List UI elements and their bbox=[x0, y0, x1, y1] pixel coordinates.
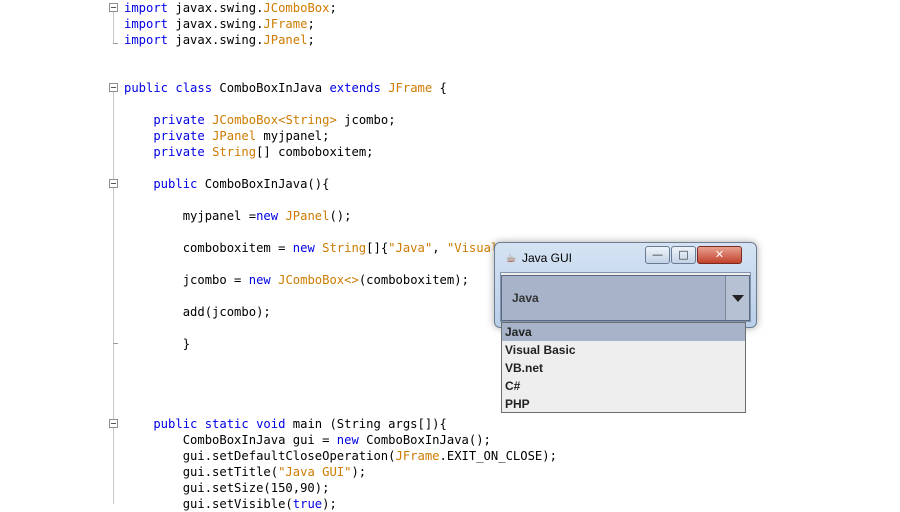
code-line: import javax.swing.JPanel; bbox=[124, 33, 315, 47]
java-gui-window[interactable]: ☕ Java GUI — □ ✕ Java bbox=[494, 242, 757, 328]
window-title: Java GUI bbox=[522, 251, 573, 265]
dropdown-option[interactable]: Java bbox=[502, 323, 745, 341]
minimize-button[interactable]: — bbox=[645, 246, 670, 264]
combobox-selected-value: Java bbox=[512, 291, 539, 305]
code-line: gui.setDefaultCloseOperation(JFrame.EXIT… bbox=[124, 449, 557, 463]
code-line: gui.setVisible(true); bbox=[124, 497, 337, 511]
code-line: public class ComboBoxInJava extends JFra… bbox=[124, 81, 447, 95]
code-line: public ComboBoxInJava(){ bbox=[124, 177, 330, 191]
window-content-pane: Java bbox=[500, 272, 751, 322]
code-line: private JComboBox<String> jcombo; bbox=[124, 113, 396, 127]
chevron-down-icon[interactable] bbox=[725, 276, 749, 320]
code-line: gui.setTitle("Java GUI"); bbox=[124, 465, 367, 479]
code-line: import javax.swing.JComboBox; bbox=[124, 1, 337, 15]
close-button[interactable]: ✕ bbox=[697, 246, 742, 264]
code-line: ComboBoxInJava gui = new ComboBoxInJava(… bbox=[124, 433, 491, 447]
code-line: import javax.swing.JFrame; bbox=[124, 17, 315, 31]
combobox-dropdown-list[interactable]: Java Visual Basic VB.net C# PHP bbox=[501, 322, 746, 413]
dropdown-option[interactable]: PHP bbox=[502, 395, 745, 413]
java-cup-icon: ☕ bbox=[505, 251, 517, 265]
maximize-button[interactable]: □ bbox=[671, 246, 696, 264]
dropdown-option[interactable]: C# bbox=[502, 377, 745, 395]
code-line: public static void main (String args[]){ bbox=[124, 417, 447, 431]
code-line: private JPanel myjpanel; bbox=[124, 129, 330, 143]
dropdown-option[interactable]: VB.net bbox=[502, 359, 745, 377]
dropdown-option[interactable]: Visual Basic bbox=[502, 341, 745, 359]
code-line: myjpanel =new JPanel(); bbox=[124, 209, 352, 223]
code-line: gui.setSize(150,90); bbox=[124, 481, 330, 495]
language-combobox[interactable]: Java bbox=[501, 275, 750, 321]
code-line: private String[] comboboxitem; bbox=[124, 145, 374, 159]
